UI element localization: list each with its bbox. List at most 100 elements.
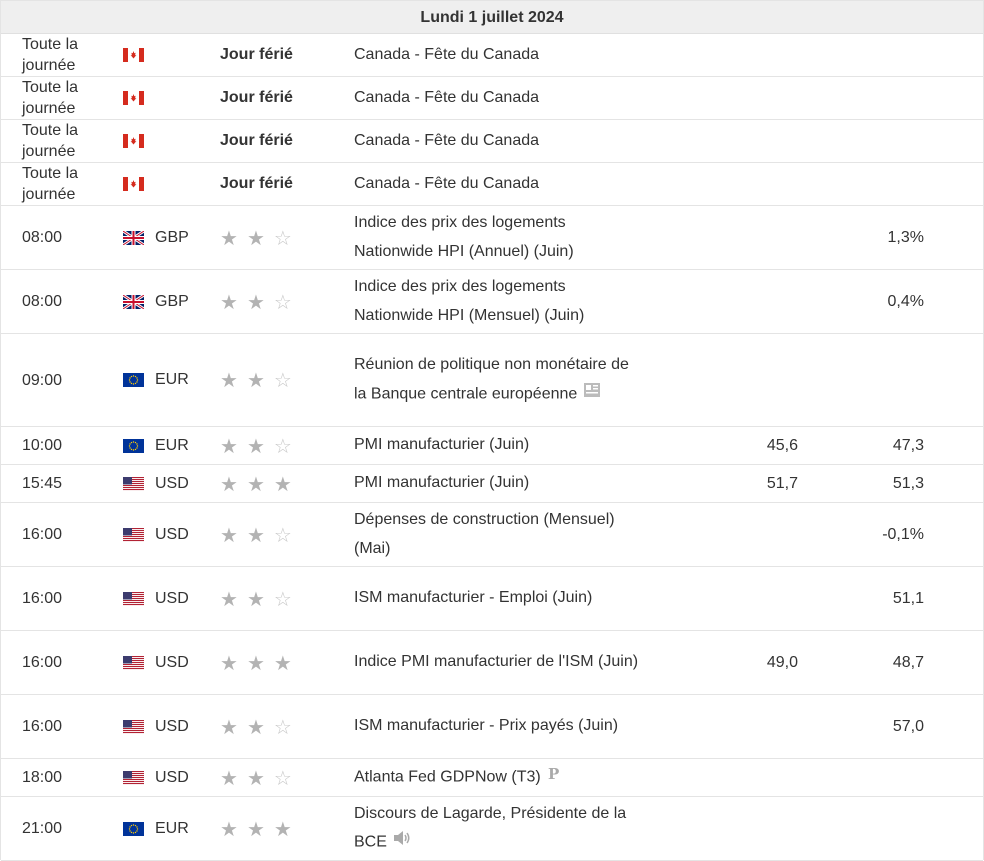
event-time: 16:00 bbox=[22, 590, 63, 607]
star-filled-icon: ★ bbox=[220, 650, 238, 675]
event-cell[interactable]: Canada - Fête du Canada bbox=[354, 34, 644, 76]
event-previous: 47,3 bbox=[892, 436, 924, 454]
importance-rating: ★ ★ ★ bbox=[220, 797, 330, 860]
event-forecast bbox=[661, 34, 798, 76]
report-icon[interactable] bbox=[583, 380, 601, 409]
event-row[interactable]: Toute la journée Jour férié Canada - Fête … bbox=[1, 120, 983, 163]
holiday-label-text: Jour férié bbox=[220, 46, 293, 63]
star-filled-icon: ★ bbox=[220, 471, 238, 496]
event-previous bbox=[801, 759, 924, 796]
event-name[interactable]: Indice des prix des logements Nationwide… bbox=[354, 214, 574, 260]
star-filled-icon: ★ bbox=[220, 522, 238, 547]
star-filled-icon: ★ bbox=[220, 714, 238, 739]
event-time: 09:00 bbox=[22, 371, 63, 389]
event-forecast bbox=[661, 503, 798, 566]
event-row[interactable]: 18:00 USD ★ ★ ☆ Atlanta Fed GDPNow (T3) P bbox=[1, 759, 983, 797]
event-row[interactable]: 16:00 USD ★ ★ ☆ ISM manufacturier - Prix payé… bbox=[1, 695, 983, 759]
event-row[interactable]: 16:00 USD ★ ★ ☆ ISM manufacturier - Emploi (J… bbox=[1, 567, 983, 631]
star-filled-icon: ★ bbox=[220, 586, 238, 611]
event-currency: USD bbox=[155, 768, 189, 786]
svg-text:P: P bbox=[548, 765, 559, 781]
speaker-icon[interactable] bbox=[393, 828, 411, 857]
star-filled-icon: ★ bbox=[246, 765, 265, 790]
event-name[interactable]: ISM manufacturier - Prix payés (Juin) bbox=[354, 717, 618, 734]
event-forecast bbox=[661, 334, 798, 426]
event-row[interactable]: 08:00 GBP ★ ★ ☆ Indice des prix des logements… bbox=[1, 206, 983, 270]
event-time: 18:00 bbox=[22, 769, 63, 786]
event-cell[interactable]: Indice des prix des logements Nationwide… bbox=[354, 270, 644, 333]
event-time: Toute la journée bbox=[22, 36, 79, 74]
event-row[interactable]: Toute la journée Jour férié Canada - Fête … bbox=[1, 77, 983, 120]
event-previous: 48,7 bbox=[892, 653, 924, 671]
event-previous bbox=[801, 34, 924, 76]
event-cell[interactable]: Dépenses de construction (Mensuel) (Mai) bbox=[354, 503, 644, 566]
event-row[interactable]: 10:00 EUR ★ ★ ☆ PMI manufacturier (Juin) 45,6 4… bbox=[1, 427, 983, 465]
event-cell[interactable]: Canada - Fête du Canada bbox=[354, 120, 644, 162]
event-row[interactable]: Toute la journée Jour férié Canada - Fête … bbox=[1, 34, 983, 77]
importance-rating: ★ ★ ☆ bbox=[220, 427, 330, 464]
event-name[interactable]: Indice des prix des logements Nationwide… bbox=[354, 278, 584, 324]
event-cell[interactable]: ISM manufacturier - Prix payés (Juin) bbox=[354, 695, 644, 758]
event-name[interactable]: Canada - Fête du Canada bbox=[354, 175, 539, 192]
event-cell[interactable]: ISM manufacturier - Emploi (Juin) bbox=[354, 567, 644, 630]
event-currency: EUR bbox=[155, 371, 189, 388]
flag-ca-icon bbox=[123, 77, 147, 119]
star-filled-icon: ★ bbox=[220, 368, 238, 392]
event-currency: USD bbox=[155, 589, 189, 607]
event-previous bbox=[801, 797, 924, 860]
event-name[interactable]: Canada - Fête du Canada bbox=[354, 132, 539, 149]
event-row[interactable]: 16:00 USD ★ ★ ☆ Dépenses de construction (Men… bbox=[1, 503, 983, 567]
event-forecast: 45,6 bbox=[766, 436, 798, 454]
event-previous: 51,3 bbox=[892, 474, 924, 492]
star-filled-icon: ★ bbox=[220, 765, 238, 790]
importance-rating: ★ ★ ★ bbox=[220, 631, 330, 694]
event-row[interactable]: Toute la journée Jour férié Canada - Fête … bbox=[1, 163, 983, 206]
importance-rating: ★ ★ ☆ bbox=[220, 206, 330, 269]
star-empty-icon: ☆ bbox=[273, 714, 292, 739]
event-cell[interactable]: PMI manufacturier (Juin) bbox=[354, 465, 644, 502]
event-name[interactable]: PMI manufacturier (Juin) bbox=[354, 436, 529, 453]
event-previous bbox=[801, 120, 924, 162]
preliminary-icon[interactable]: P bbox=[547, 763, 561, 792]
event-cell[interactable]: Réunion de politique non monétaire de la… bbox=[354, 334, 644, 426]
event-time: 16:00 bbox=[22, 654, 63, 671]
event-currency: USD bbox=[155, 525, 189, 543]
star-filled-icon: ★ bbox=[246, 289, 265, 314]
flag-ca-icon bbox=[123, 163, 147, 205]
event-cell[interactable]: Canada - Fête du Canada bbox=[354, 163, 644, 205]
event-name[interactable]: Atlanta Fed GDPNow (T3) bbox=[354, 768, 541, 785]
star-filled-icon: ★ bbox=[273, 650, 292, 675]
event-row[interactable]: 09:00 EUR ★ ★ ☆ Réunion de politique non moné… bbox=[1, 334, 983, 427]
star-filled-icon: ★ bbox=[246, 816, 265, 841]
event-previous bbox=[801, 334, 924, 426]
event-time: 15:45 bbox=[22, 475, 63, 492]
event-name[interactable]: Canada - Fête du Canada bbox=[354, 46, 539, 63]
event-name[interactable]: ISM manufacturier - Emploi (Juin) bbox=[354, 589, 592, 606]
importance-rating: ★ ★ ☆ bbox=[220, 503, 330, 566]
event-cell[interactable]: Discours de Lagarde, Présidente de la BC… bbox=[354, 797, 644, 860]
event-row[interactable]: 08:00 GBP ★ ★ ☆ Indice des prix des logements… bbox=[1, 270, 983, 334]
event-cell[interactable]: PMI manufacturier (Juin) bbox=[354, 427, 644, 464]
event-row[interactable]: 16:00 USD ★ ★ ★ Indice PMI manufacturier de l… bbox=[1, 631, 983, 695]
holiday-label: Jour férié bbox=[220, 77, 330, 119]
importance-rating: ★ ★ ☆ bbox=[220, 759, 330, 796]
flag-us-icon bbox=[123, 567, 147, 630]
event-cell[interactable]: Atlanta Fed GDPNow (T3) P bbox=[354, 759, 644, 796]
star-empty-icon: ☆ bbox=[273, 522, 292, 547]
event-name[interactable]: PMI manufacturier (Juin) bbox=[354, 474, 529, 491]
event-forecast bbox=[661, 77, 798, 119]
event-name[interactable]: Canada - Fête du Canada bbox=[354, 89, 539, 106]
event-cell[interactable]: Indice des prix des logements Nationwide… bbox=[354, 206, 644, 269]
event-previous: 57,0 bbox=[892, 717, 924, 735]
event-name[interactable]: Indice PMI manufacturier de l'ISM (Juin) bbox=[354, 653, 638, 670]
star-filled-icon: ★ bbox=[246, 714, 265, 739]
event-row[interactable]: 15:45 USD ★ ★ ★ PMI manufacturier (Juin) 51,7 5… bbox=[1, 465, 983, 503]
event-name[interactable]: Dépenses de construction (Mensuel) (Mai) bbox=[354, 511, 615, 557]
holiday-label-text: Jour férié bbox=[220, 132, 293, 149]
flag-eu-icon bbox=[123, 334, 147, 426]
event-cell[interactable]: Canada - Fête du Canada bbox=[354, 77, 644, 119]
event-cell[interactable]: Indice PMI manufacturier de l'ISM (Juin) bbox=[354, 631, 644, 694]
event-time: 16:00 bbox=[22, 718, 63, 735]
event-row[interactable]: 21:00 EUR ★ ★ ★ Discours de Lagarde, Présiden… bbox=[1, 797, 983, 861]
flag-us-icon bbox=[123, 759, 147, 796]
